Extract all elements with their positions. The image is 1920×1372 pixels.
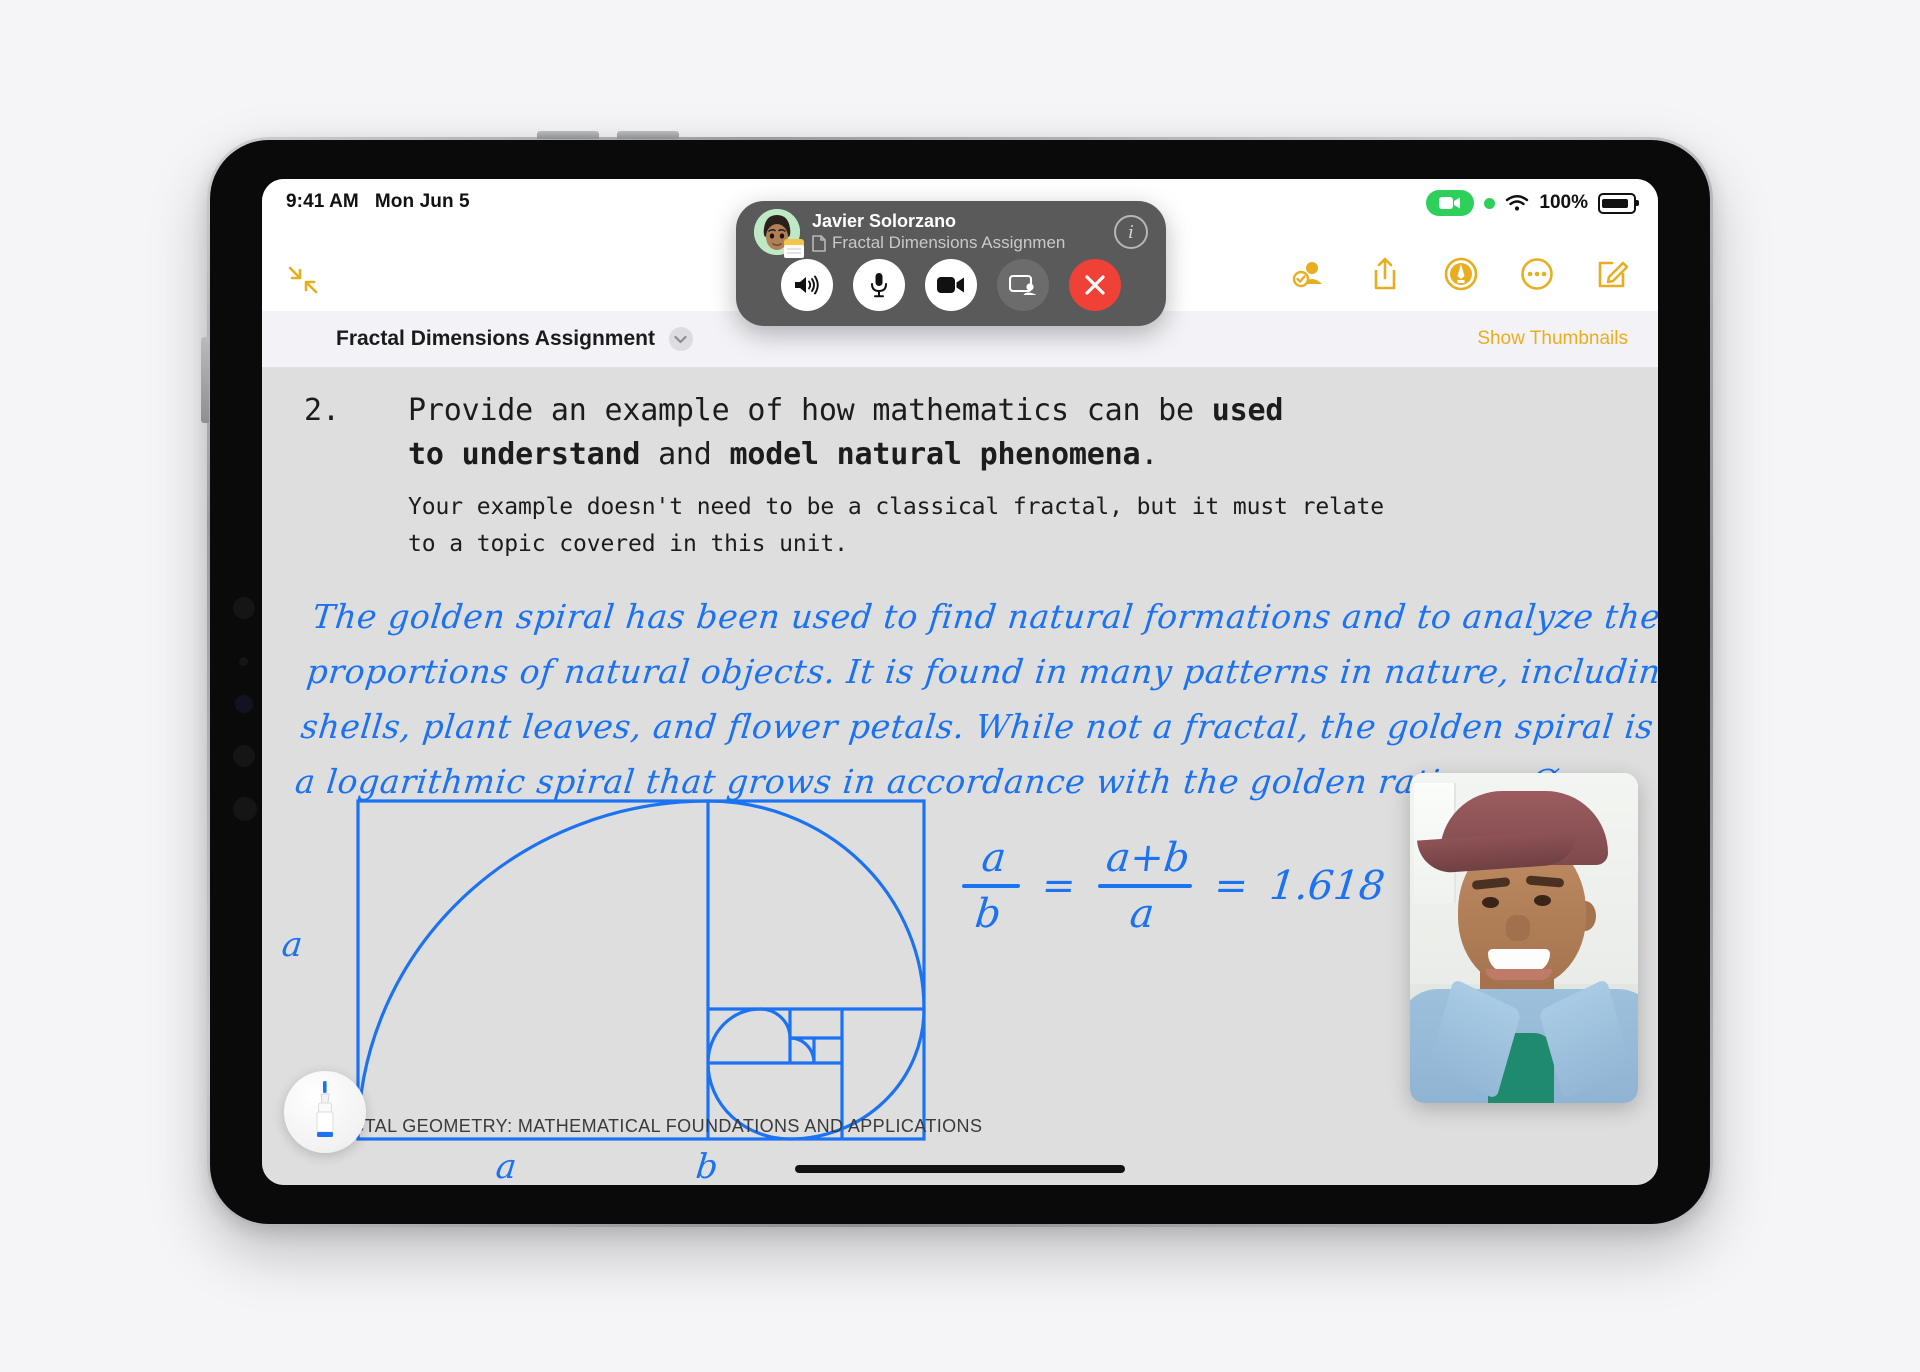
facetime-call-overlay[interactable]: Javier Solorzano Fractal Dimensions Assi… — [736, 201, 1166, 326]
lead-period: . — [1140, 437, 1159, 472]
golden-ratio-equation: a b = a+b a = 1.618 — [957, 835, 1390, 937]
document-text-block: 2. Provide an example of how mathematics… — [304, 389, 1554, 563]
lead-bold-2b: model natural phenomena — [729, 437, 1141, 472]
lead-bold-1: used — [1211, 393, 1284, 428]
facetime-header: Javier Solorzano Fractal Dimensions Assi… — [736, 201, 1166, 263]
lead-plain-1: Provide an example of how mathematics ca… — [408, 393, 1212, 428]
fraction-numerator-apb: a+b — [1104, 835, 1192, 881]
volume-up-button[interactable] — [537, 131, 599, 139]
video-camera-icon — [937, 277, 964, 293]
markup-pencil-icon[interactable] — [1442, 255, 1480, 293]
question-lead-line-2: to understand and model natural phenomen… — [408, 433, 1554, 477]
diagram-label-width-b: b — [693, 1147, 720, 1185]
diagram-label-height-a: a — [279, 925, 305, 965]
document-title-button[interactable]: Fractal Dimensions Assignment — [336, 311, 693, 367]
chevron-down-icon[interactable] — [668, 327, 693, 351]
microphone-icon — [871, 273, 887, 298]
status-bar-left: 9:41 AM Mon Jun 5 — [286, 191, 470, 213]
question-body: Provide an example of how mathematics ca… — [408, 389, 1554, 563]
document-icon — [812, 234, 826, 252]
camera-active-pill-icon — [1426, 190, 1475, 216]
toolbar-icon-group — [1290, 255, 1632, 293]
sensor-dot — [233, 797, 257, 821]
fraction-bar — [961, 884, 1021, 888]
video-person-eye-left — [1482, 897, 1499, 908]
close-x-icon — [1085, 275, 1105, 295]
question-sub-line-1: Your example doesn't need to be a classi… — [408, 494, 1385, 520]
question-lead-line-1: Provide an example of how mathematics ca… — [408, 389, 1554, 433]
video-person-eye-right — [1534, 895, 1551, 906]
battery-full-icon — [1598, 192, 1639, 214]
power-button[interactable] — [201, 337, 209, 423]
diagram-label-width-a: a — [493, 1147, 519, 1185]
compose-icon[interactable] — [1594, 255, 1632, 293]
more-options-icon[interactable] — [1518, 255, 1556, 293]
wifi-icon — [1506, 195, 1529, 211]
video-person-nose — [1506, 915, 1530, 941]
front-camera-lens — [233, 597, 255, 619]
status-bar-right: 100% — [1426, 190, 1639, 216]
participant-video[interactable] — [1410, 773, 1638, 1103]
battery-fill — [1602, 198, 1628, 208]
volume-down-button[interactable] — [617, 131, 679, 139]
fraction-numerator-a: a — [979, 835, 1009, 881]
video-person-lip — [1486, 969, 1552, 980]
question-number: 2. — [304, 393, 341, 428]
collapse-arrows-icon[interactable] — [286, 263, 320, 297]
handwriting-line-3: shells, plant leaves, and flower petals.… — [299, 707, 1656, 746]
fraction-denominator-b: b — [972, 891, 1004, 937]
question-row: 2. Provide an example of how mathematics… — [304, 389, 1554, 563]
info-button[interactable]: i — [1114, 215, 1148, 249]
green-recording-dot-icon — [1484, 197, 1496, 209]
home-indicator[interactable] — [795, 1165, 1125, 1173]
end-call-button[interactable] — [1069, 259, 1121, 311]
ambient-sensor — [239, 657, 248, 666]
shared-document-row: Fractal Dimensions Assignmen — [812, 233, 1102, 253]
share-screen-button[interactable] — [997, 259, 1049, 311]
fraction-apb-over-a: a+b a — [1092, 835, 1197, 937]
page-title: Fractal Dimensions Assignment — [336, 327, 655, 350]
face-id-sensor — [235, 695, 253, 713]
mute-button[interactable] — [853, 259, 905, 311]
speaker-button[interactable] — [781, 259, 833, 311]
collaboration-icon[interactable] — [1290, 255, 1328, 293]
share-icon[interactable] — [1366, 255, 1404, 293]
video-button[interactable] — [925, 259, 977, 311]
document-badge-icon — [784, 239, 804, 258]
status-date: Mon Jun 5 — [374, 191, 470, 212]
pen-icon — [316, 1081, 334, 1137]
lead-bold-2a: to understand — [408, 437, 641, 472]
handwriting-line-2: proportions of natural objects. It is fo… — [304, 652, 1658, 691]
page-footer-text: FRACTAL GEOMETRY: MATHEMATICAL FOUNDATIO… — [314, 1116, 983, 1136]
fraction-bar — [1097, 884, 1193, 888]
status-time: 9:41 AM — [286, 191, 359, 212]
handwriting-line-1: The golden spiral has been used to find … — [310, 597, 1658, 636]
show-thumbnails-button[interactable]: Show Thumbnails — [1477, 311, 1628, 367]
participant-name: Javier Solorzano — [812, 211, 957, 231]
facetime-controls — [736, 259, 1166, 311]
microphone-hole — [233, 745, 255, 767]
facetime-participant-info: Javier Solorzano Fractal Dimensions Assi… — [812, 211, 1102, 253]
shared-document-name: Fractal Dimensions Assignmen — [832, 233, 1066, 252]
memoji-avatar — [754, 209, 804, 258]
equals-sign-2: = — [1212, 863, 1251, 909]
document-canvas[interactable]: 2. Provide an example of how mathematics… — [262, 367, 1658, 1185]
equals-sign-1: = — [1039, 863, 1078, 909]
ipad-device-frame: 9:41 AM Mon Jun 5 100% Fractal Dimension… — [201, 131, 1713, 1227]
fraction-a-over-b: a b — [957, 835, 1025, 937]
battery-percentage: 100% — [1539, 192, 1588, 213]
lead-plain-2: and — [640, 437, 730, 472]
speaker-icon — [795, 275, 819, 295]
ipad-screen: 9:41 AM Mon Jun 5 100% Fractal Dimension… — [262, 179, 1658, 1185]
share-screen-icon — [1009, 274, 1037, 295]
fraction-denominator-a: a — [1127, 891, 1157, 937]
question-sub-line-2: to a topic covered in this unit. — [408, 531, 848, 557]
golden-spiral-diagram: a a b — [280, 795, 934, 1185]
golden-ratio-value: 1.618 — [1267, 863, 1387, 909]
pen-tool-button[interactable] — [284, 1071, 366, 1153]
